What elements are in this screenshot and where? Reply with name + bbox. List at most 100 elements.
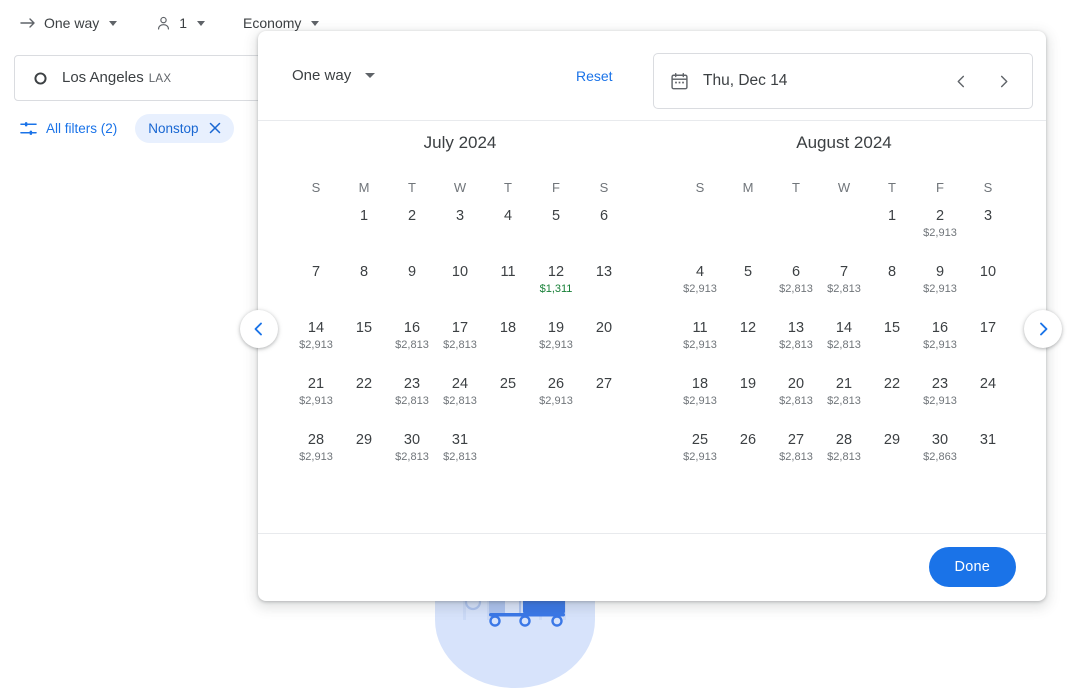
calendar-day[interactable]: 16 $2,913 [916, 313, 964, 365]
calendar-day[interactable]: 29 [340, 425, 388, 477]
calendar-day[interactable]: 9 [388, 257, 436, 309]
calendar-day[interactable]: 28 $2,913 [292, 425, 340, 477]
calendar-day[interactable]: 14 $2,913 [292, 313, 340, 365]
calendar-day[interactable]: 26 $2,913 [532, 369, 580, 421]
calendar-day[interactable]: 30 $2,813 [388, 425, 436, 477]
calendar-day[interactable]: 3 [436, 201, 484, 253]
calendar-day[interactable]: 12 [724, 313, 772, 365]
calendar-day[interactable]: 20 $2,813 [772, 369, 820, 421]
calendar-day[interactable]: 29 [868, 425, 916, 477]
calendar-day[interactable]: 18 [484, 313, 532, 365]
calendar-week-row: 21 $2,913 22 23 $2,813 24 $2,813 25 26 $2,913 27 [290, 369, 630, 421]
departure-date-field[interactable]: Thu, Dec 14 [653, 53, 1033, 109]
calendar-day[interactable]: 15 [868, 313, 916, 365]
calendar-day[interactable]: 21 $2,913 [292, 369, 340, 421]
day-number: 8 [359, 264, 369, 280]
calendar-day[interactable]: 1 [868, 201, 916, 253]
calendar-day[interactable]: 15 [340, 313, 388, 365]
day-price: $2,813 [779, 395, 813, 407]
calendar-day[interactable]: 4 $2,913 [676, 257, 724, 309]
calendar-day[interactable]: 24 [964, 369, 1012, 421]
passengers-selector[interactable]: 1 [147, 9, 213, 38]
calendar-day[interactable]: 17 $2,813 [436, 313, 484, 365]
calendar-day[interactable]: 8 [868, 257, 916, 309]
calendar-day[interactable]: 9 $2,913 [916, 257, 964, 309]
calendar-day[interactable]: 16 $2,813 [388, 313, 436, 365]
calendar-day[interactable]: 8 [340, 257, 388, 309]
calendar-day[interactable]: 30 $2,863 [916, 425, 964, 477]
calendar-day[interactable]: 23 $2,913 [916, 369, 964, 421]
chevron-down-icon [197, 20, 206, 26]
day-number: 5 [743, 264, 753, 280]
day-number: 29 [355, 432, 373, 448]
cabin-class-label: Economy [243, 15, 302, 31]
calendar-day[interactable]: 31 [964, 425, 1012, 477]
calendar-day[interactable]: 5 [724, 257, 772, 309]
calendar-day[interactable]: 19 $2,913 [532, 313, 580, 365]
day-number: 13 [787, 320, 805, 336]
calendar-day[interactable]: 6 $2,813 [772, 257, 820, 309]
calendar-day[interactable]: 13 $2,813 [772, 313, 820, 365]
calendar-day[interactable]: 11 $2,913 [676, 313, 724, 365]
calendar-day[interactable]: 13 [580, 257, 628, 309]
all-filters-button[interactable]: All filters (2) [12, 114, 125, 143]
calendar-day[interactable]: 10 [436, 257, 484, 309]
previous-month-button[interactable] [240, 310, 278, 348]
weekday-label: F [936, 180, 944, 195]
calendar-day[interactable]: 22 [868, 369, 916, 421]
day-price: $2,813 [779, 283, 813, 295]
done-button[interactable]: Done [928, 547, 1016, 587]
calendar-day[interactable]: 27 [580, 369, 628, 421]
weekday-label: T [888, 180, 896, 195]
calendar-day[interactable]: 25 [484, 369, 532, 421]
trip-type-selector[interactable]: One way [12, 9, 125, 37]
close-icon[interactable] [209, 122, 221, 136]
calendar-day[interactable]: 4 [484, 201, 532, 253]
calendar-day[interactable]: 6 [580, 201, 628, 253]
calendar-day[interactable]: 11 [484, 257, 532, 309]
day-number: 20 [595, 320, 613, 336]
calendar-day[interactable]: 25 $2,913 [676, 425, 724, 477]
calendar-day[interactable]: 1 [340, 201, 388, 253]
calendar-week-row: 1 2 $2,913 3 [674, 201, 1014, 253]
calendar-day[interactable]: 12 $1,311 [532, 257, 580, 309]
day-number: 18 [691, 376, 709, 392]
next-month-button[interactable] [1024, 310, 1062, 348]
calendar-day[interactable]: 18 $2,913 [676, 369, 724, 421]
dialog-trip-type-selector[interactable]: One way [288, 61, 379, 90]
calendar-day[interactable]: 24 $2,813 [436, 369, 484, 421]
previous-day-button[interactable] [948, 68, 974, 94]
calendar-day[interactable]: 5 [532, 201, 580, 253]
filter-chip-nonstop[interactable]: Nonstop [135, 114, 234, 143]
calendar-day[interactable]: 10 [964, 257, 1012, 309]
calendar-day[interactable]: 31 $2,813 [436, 425, 484, 477]
day-number: 31 [979, 432, 997, 448]
calendar-day[interactable]: 19 [724, 369, 772, 421]
day-number: 30 [931, 432, 949, 448]
next-day-button[interactable] [990, 68, 1016, 94]
calendar-week-row: 28 $2,913 29 30 $2,813 31 $2,813 [290, 425, 630, 477]
calendar-day[interactable]: 21 $2,813 [820, 369, 868, 421]
day-number: 11 [692, 320, 708, 336]
calendar-day[interactable]: 26 [724, 425, 772, 477]
day-number: 6 [599, 208, 609, 224]
reset-button[interactable]: Reset [576, 68, 613, 84]
weekday-label: F [552, 180, 560, 195]
chevron-right-icon [1000, 75, 1007, 87]
calendar-day[interactable]: 7 [292, 257, 340, 309]
calendar-day[interactable]: 3 [964, 201, 1012, 253]
day-number: 3 [455, 208, 465, 224]
calendar-day[interactable]: 17 [964, 313, 1012, 365]
calendar-day[interactable]: 2 $2,913 [916, 201, 964, 253]
weekday-label: S [599, 180, 609, 195]
calendar-day[interactable]: 14 $2,813 [820, 313, 868, 365]
calendar-day[interactable]: 27 $2,813 [772, 425, 820, 477]
calendar-day[interactable]: 20 [580, 313, 628, 365]
calendar-day[interactable]: 23 $2,813 [388, 369, 436, 421]
calendar-day[interactable]: 2 [388, 201, 436, 253]
date-stepper [948, 68, 1016, 94]
calendar-week-row: 18 $2,913 19 20 $2,813 21 $2,813 22 23 $2,913 24 [674, 369, 1014, 421]
calendar-day[interactable]: 22 [340, 369, 388, 421]
calendar-day[interactable]: 28 $2,813 [820, 425, 868, 477]
calendar-day[interactable]: 7 $2,813 [820, 257, 868, 309]
